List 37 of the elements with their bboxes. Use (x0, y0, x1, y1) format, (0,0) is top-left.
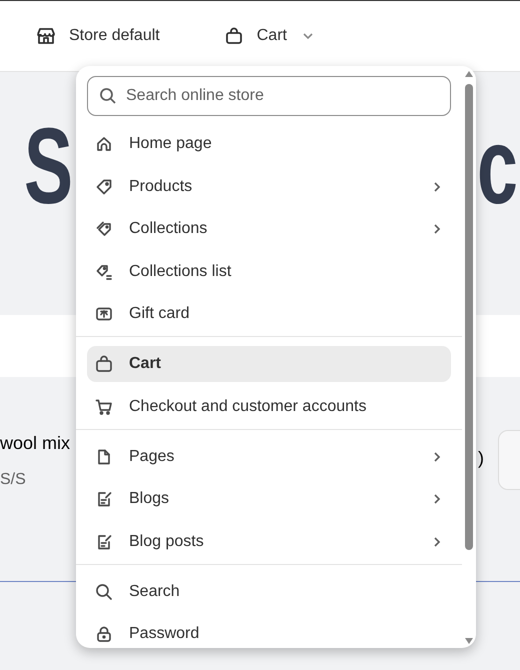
price-text: ) (478, 447, 484, 470)
menu-item[interactable]: Checkout and customer accounts (87, 388, 451, 424)
search-icon (95, 582, 113, 600)
product-meta: S/S (0, 470, 26, 490)
tags-icon (95, 220, 113, 238)
menu-item[interactable]: Cart (87, 346, 451, 382)
cart-icon (95, 398, 113, 416)
menu-item[interactable]: Blog posts (87, 524, 451, 560)
tag-icon (95, 178, 113, 196)
page-heading: c (477, 112, 518, 220)
edit-icon (95, 490, 113, 508)
bag-icon (224, 27, 243, 45)
scroll-down-icon[interactable] (465, 638, 473, 644)
store-selector[interactable]: Store default (69, 24, 160, 48)
edit-icon (95, 532, 113, 550)
menu-item[interactable]: Search (87, 574, 451, 610)
menu-item[interactable]: Blogs (87, 481, 451, 517)
scroll-thumb[interactable] (465, 84, 473, 550)
tag-list-icon (95, 262, 113, 280)
search-field[interactable]: Search online store (87, 76, 451, 116)
menu-item[interactable]: Products (87, 168, 451, 204)
page-heading: S (24, 112, 73, 220)
menu-item[interactable]: Pages (87, 438, 451, 474)
store-icon (36, 26, 56, 46)
menu-item[interactable]: Password (87, 616, 451, 648)
lock-icon (95, 625, 113, 643)
page-icon (95, 448, 113, 466)
gift-card-icon (95, 305, 113, 323)
bag-icon (95, 355, 113, 373)
menu-item[interactable]: Home page (87, 126, 451, 162)
product-name: wool mix (0, 432, 70, 455)
menu-item[interactable]: Collections list (87, 254, 451, 290)
search-icon (99, 87, 117, 105)
template-selector[interactable]: Cart (224, 24, 315, 48)
menu-item[interactable]: Collections (87, 211, 451, 247)
house-icon (95, 135, 113, 153)
menu-item[interactable]: Gift card (87, 296, 451, 332)
